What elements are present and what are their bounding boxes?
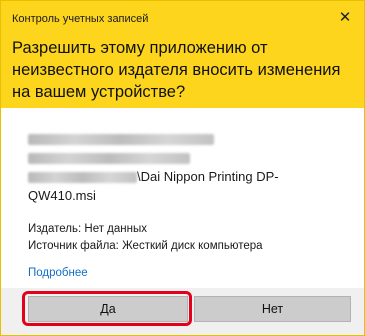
close-icon[interactable]: ✕ (336, 9, 354, 27)
redacted-path-segment (28, 134, 214, 146)
program-details: Издатель: Нет данных Источник файла: Жес… (28, 221, 263, 255)
uac-dialog: Контроль учетных записей ✕ Разрешить это… (0, 0, 365, 336)
dialog-body: \Dai Nippon Printing DP- QW410.msi Издат… (1, 108, 364, 288)
redacted-path-segment (28, 153, 190, 165)
window-title: Контроль учетных записей (12, 13, 149, 25)
publisher-line: Издатель: Нет данных (28, 223, 147, 235)
program-name: \Dai Nippon Printing DP- (137, 169, 279, 184)
program-name-continued: QW410.msi (28, 188, 96, 203)
program-path: \Dai Nippon Printing DP- QW410.msi (28, 129, 348, 205)
no-button[interactable]: Нет (194, 296, 351, 322)
redacted-path-segment (28, 172, 137, 184)
dialog-header: Контроль учетных записей ✕ Разрешить это… (1, 1, 364, 108)
dialog-footer: Да Нет (1, 288, 364, 335)
more-details-link[interactable]: Подробнее (28, 267, 88, 279)
source-line: Источник файла: Жесткий диск компьютера (28, 240, 263, 252)
prompt-question: Разрешить этому приложению от неизвестно… (12, 39, 341, 101)
yes-button[interactable]: Да (28, 296, 188, 322)
